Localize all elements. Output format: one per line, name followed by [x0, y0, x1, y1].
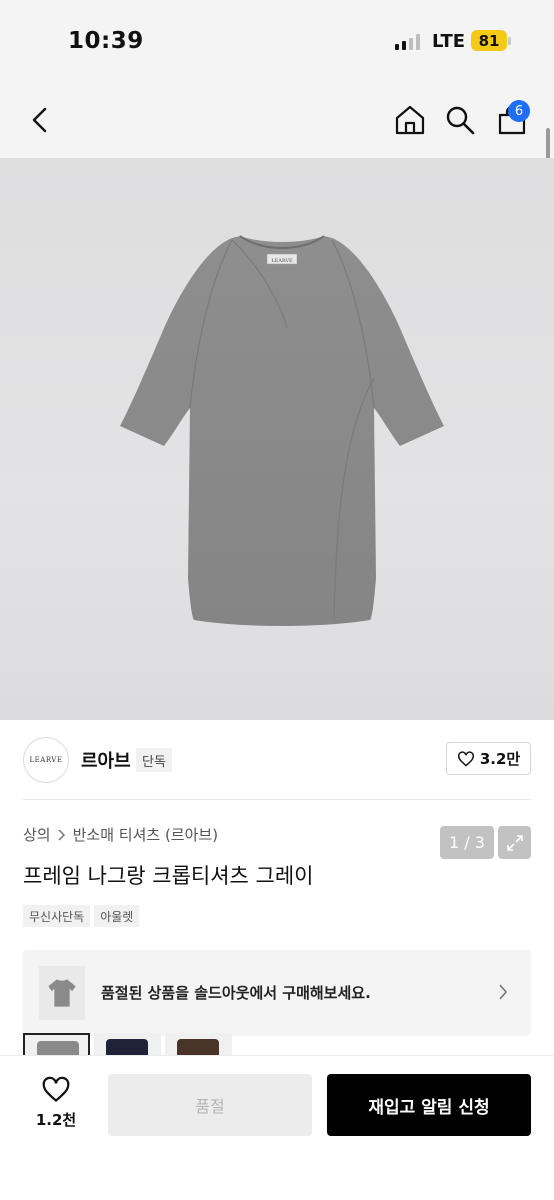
- expand-icon: [506, 834, 523, 851]
- divider: [23, 799, 531, 800]
- cart-count-badge: 6: [508, 100, 530, 122]
- expand-button[interactable]: [498, 826, 531, 859]
- restock-alert-button[interactable]: 재입고 알림 신청: [327, 1074, 531, 1136]
- brand-like-count: 3.2만: [479, 750, 521, 768]
- product-image[interactable]: LEARVE 1 / 3: [0, 158, 554, 859]
- image-counter: 1 / 3: [440, 826, 494, 859]
- chevron-right-icon: [58, 828, 65, 841]
- tshirt-image: LEARVE: [120, 235, 444, 626]
- brand-name[interactable]: 르아브: [81, 747, 131, 773]
- network-label: LTE: [432, 31, 466, 52]
- signal-icon: [395, 34, 420, 50]
- status-bar: 10:39 LTE 81: [0, 0, 554, 84]
- brand-like-button[interactable]: 3.2만: [446, 742, 531, 775]
- breadcrumb-item[interactable]: 상의: [23, 824, 51, 845]
- soldout-button[interactable]: 품절: [108, 1074, 312, 1136]
- chip-outlet: 아울렛: [94, 905, 140, 927]
- home-button[interactable]: [390, 100, 430, 140]
- status-time: 10:39: [68, 28, 144, 54]
- search-button[interactable]: [440, 100, 480, 140]
- garment-label: LEARVE: [271, 258, 293, 264]
- soldout-message: 품절된 상품을 솔드아웃에서 구매해보세요.: [101, 984, 371, 1002]
- search-icon: [446, 106, 475, 135]
- heart-icon: [42, 1076, 70, 1103]
- home-icon: [395, 105, 425, 135]
- breadcrumb: 상의 반소매 티셔츠 (르아브): [23, 824, 218, 845]
- soldout-banner[interactable]: 품절된 상품을 솔드아웃에서 구매해보세요.: [23, 950, 531, 1036]
- product-title: 프레임 나그랑 크롭티셔츠 그레이: [23, 864, 314, 888]
- wishlist-count: 1.2천: [35, 1111, 77, 1129]
- chevron-left-icon: [32, 107, 47, 133]
- chip-exclusive: 무신사단독: [23, 905, 91, 927]
- wishlist-button[interactable]: 1.2천: [30, 1076, 82, 1136]
- bottom-action-bar: 1.2천 품절 재입고 알림 신청: [0, 1055, 554, 1200]
- breadcrumb-item[interactable]: 반소매 티셔츠 (르아브): [73, 824, 218, 845]
- brand-exclusive-tag: 단독: [136, 748, 172, 772]
- battery-tip: [508, 37, 511, 45]
- soldout-thumbnail: [39, 966, 85, 1020]
- battery-icon: 81: [471, 30, 507, 51]
- nav-header: [0, 84, 554, 158]
- tshirt-thumbnail-icon: [48, 979, 76, 1007]
- back-button[interactable]: [22, 102, 58, 138]
- chevron-right-icon: [499, 984, 508, 1000]
- product-chips: 무신사단독 아울렛: [23, 905, 140, 927]
- heart-icon: [457, 750, 474, 767]
- brand-logo[interactable]: LEARVE: [23, 737, 69, 783]
